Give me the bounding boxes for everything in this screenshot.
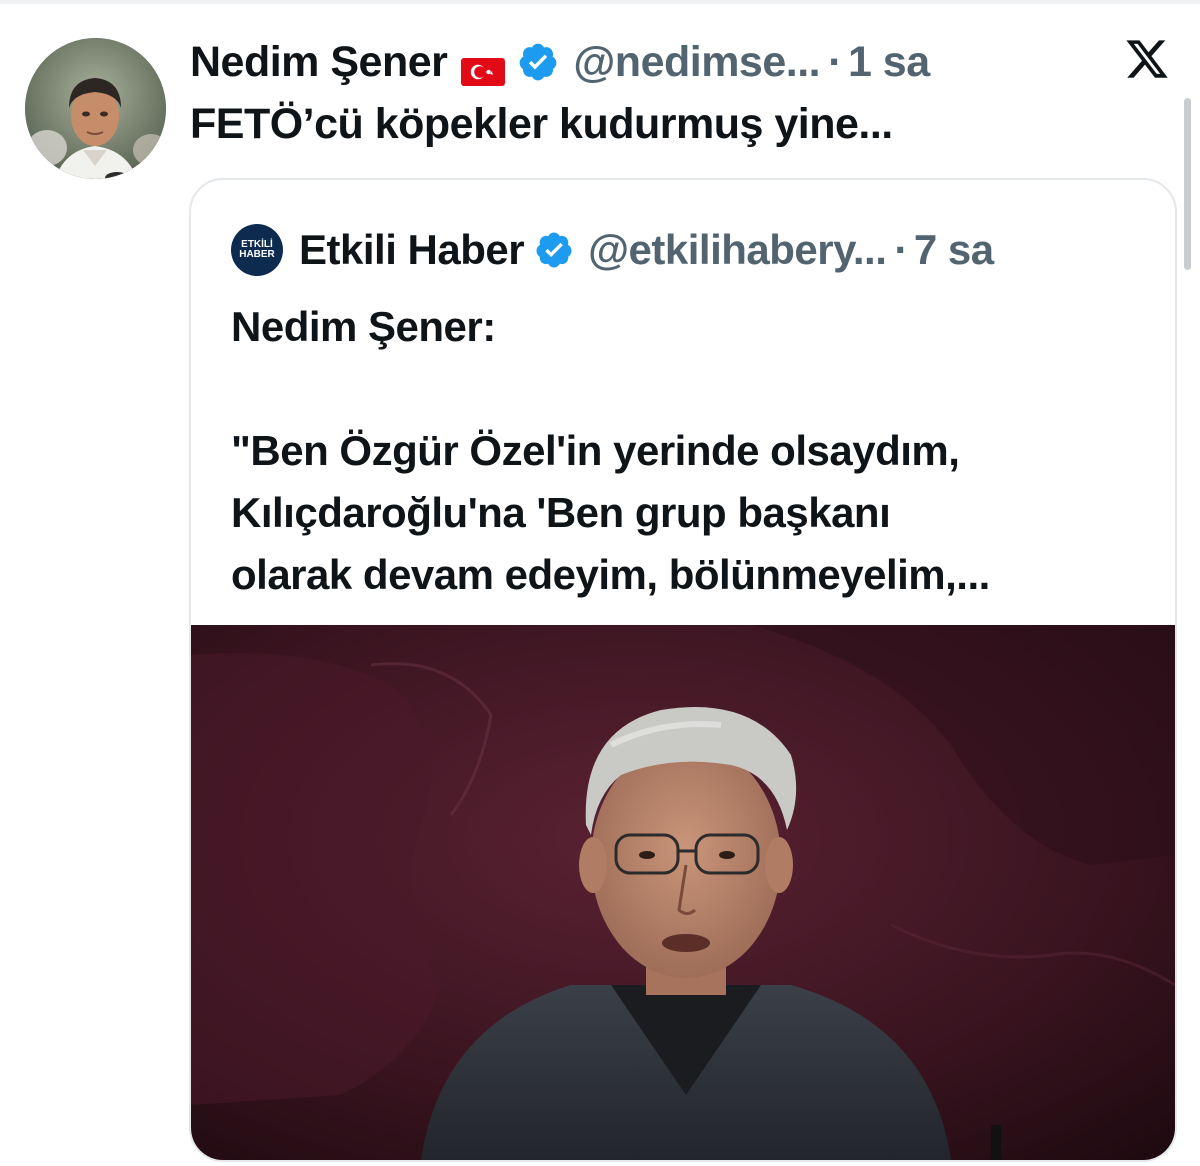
scrollbar-thumb[interactable]: [1184, 98, 1191, 270]
quoted-post-card[interactable]: ETKİLİ HABER Etkili Haber @etkilihabery.…: [189, 178, 1177, 1162]
post-header: Nedim Şener @nedimse... · 1 sa: [190, 34, 930, 90]
quoted-text-line: Kılıçdaroğlu'na 'Ben grup başkanı: [231, 489, 891, 536]
quoted-post-timestamp[interactable]: 7 sa: [914, 226, 994, 274]
verified-badge-icon: [517, 41, 559, 83]
turkey-flag-icon: [461, 48, 506, 86]
top-divider: [0, 0, 1200, 4]
post-text: FETÖ’cü köpekler kudurmuş yine...: [190, 100, 893, 148]
quoted-text-line: Nedim Şener:: [231, 303, 496, 350]
author-handle[interactable]: @nedimse...: [573, 38, 820, 87]
quoted-post-image[interactable]: [191, 625, 1175, 1160]
quoted-post-text: Nedim Şener: "Ben Özgür Özel'in yerinde …: [231, 296, 1151, 606]
quoted-post-header: ETKİLİ HABER Etkili Haber @etkilihabery.…: [231, 222, 994, 278]
quoted-author-handle[interactable]: @etkilihabery...: [588, 226, 887, 274]
verified-badge-icon: [534, 230, 574, 270]
separator-dot: ·: [894, 226, 908, 273]
x-logo-icon[interactable]: [1124, 36, 1170, 82]
quoted-author-avatar[interactable]: ETKİLİ HABER: [231, 224, 283, 276]
post-timestamp[interactable]: 1 sa: [848, 38, 930, 87]
x-post-screenshot: Nedim Şener @nedimse... · 1 sa FETÖ’cü k…: [0, 0, 1200, 1166]
quoted-author-name[interactable]: Etkili Haber: [299, 226, 525, 274]
quoted-text-line: olarak devam edeyim, bölünmeyelim,...: [231, 551, 990, 598]
separator-dot: ·: [828, 37, 842, 86]
author-avatar[interactable]: [25, 38, 166, 179]
quoted-avatar-text-2: HABER: [239, 249, 275, 260]
quoted-text-line: "Ben Özgür Özel'in yerinde olsaydım,: [231, 427, 960, 474]
author-name[interactable]: Nedim Şener: [190, 38, 448, 87]
quoted-text-blank-line: [231, 358, 1151, 420]
